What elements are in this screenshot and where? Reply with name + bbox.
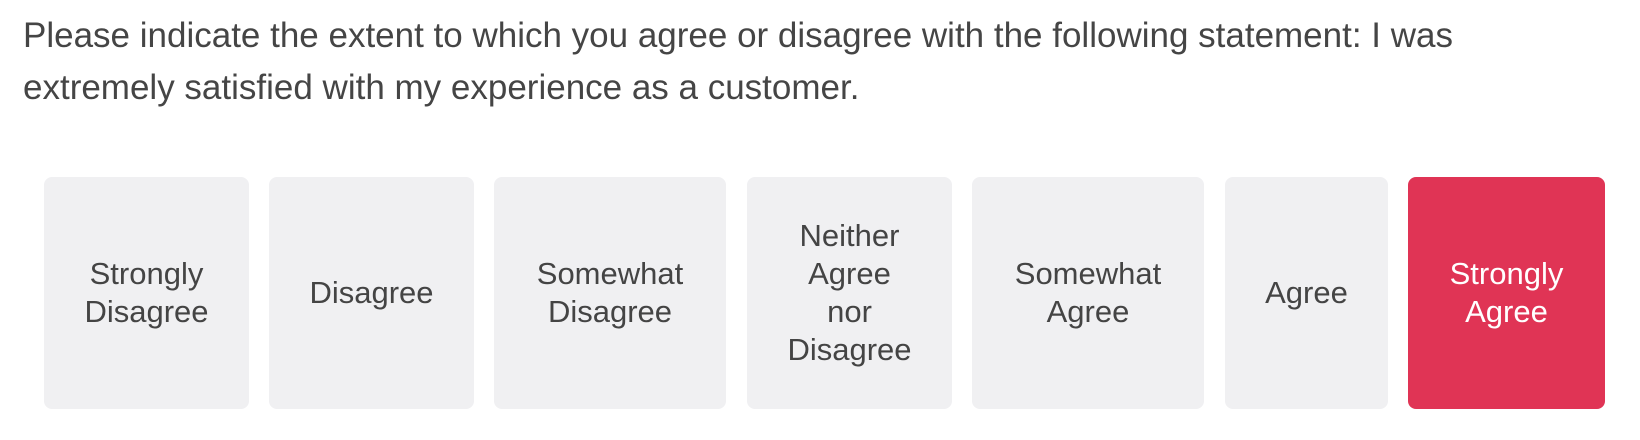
question-text: Please indicate the extent to which you … xyxy=(23,16,1453,107)
choice-label: Strongly Disagree xyxy=(84,256,209,329)
choice-agree[interactable]: Agree xyxy=(1225,177,1388,409)
choice-neither-agree-nor-disagree[interactable]: Neither Agree nor Disagree xyxy=(747,177,952,409)
choice-somewhat-agree[interactable]: Somewhat Agree xyxy=(972,177,1204,409)
choice-strongly-disagree[interactable]: Strongly Disagree xyxy=(44,177,249,409)
choice-strongly-agree[interactable]: Strongly Agree xyxy=(1408,177,1605,409)
choice-label: Strongly Agree xyxy=(1449,256,1564,329)
choice-label: Somewhat Disagree xyxy=(536,256,684,329)
choice-label: Disagree xyxy=(309,275,434,310)
choice-label: Agree xyxy=(1265,275,1348,310)
choice-label: Somewhat Agree xyxy=(1014,256,1162,329)
choice-label: Neither Agree nor Disagree xyxy=(787,218,912,367)
choice-disagree[interactable]: Disagree xyxy=(269,177,474,409)
choice-somewhat-disagree[interactable]: Somewhat Disagree xyxy=(494,177,726,409)
